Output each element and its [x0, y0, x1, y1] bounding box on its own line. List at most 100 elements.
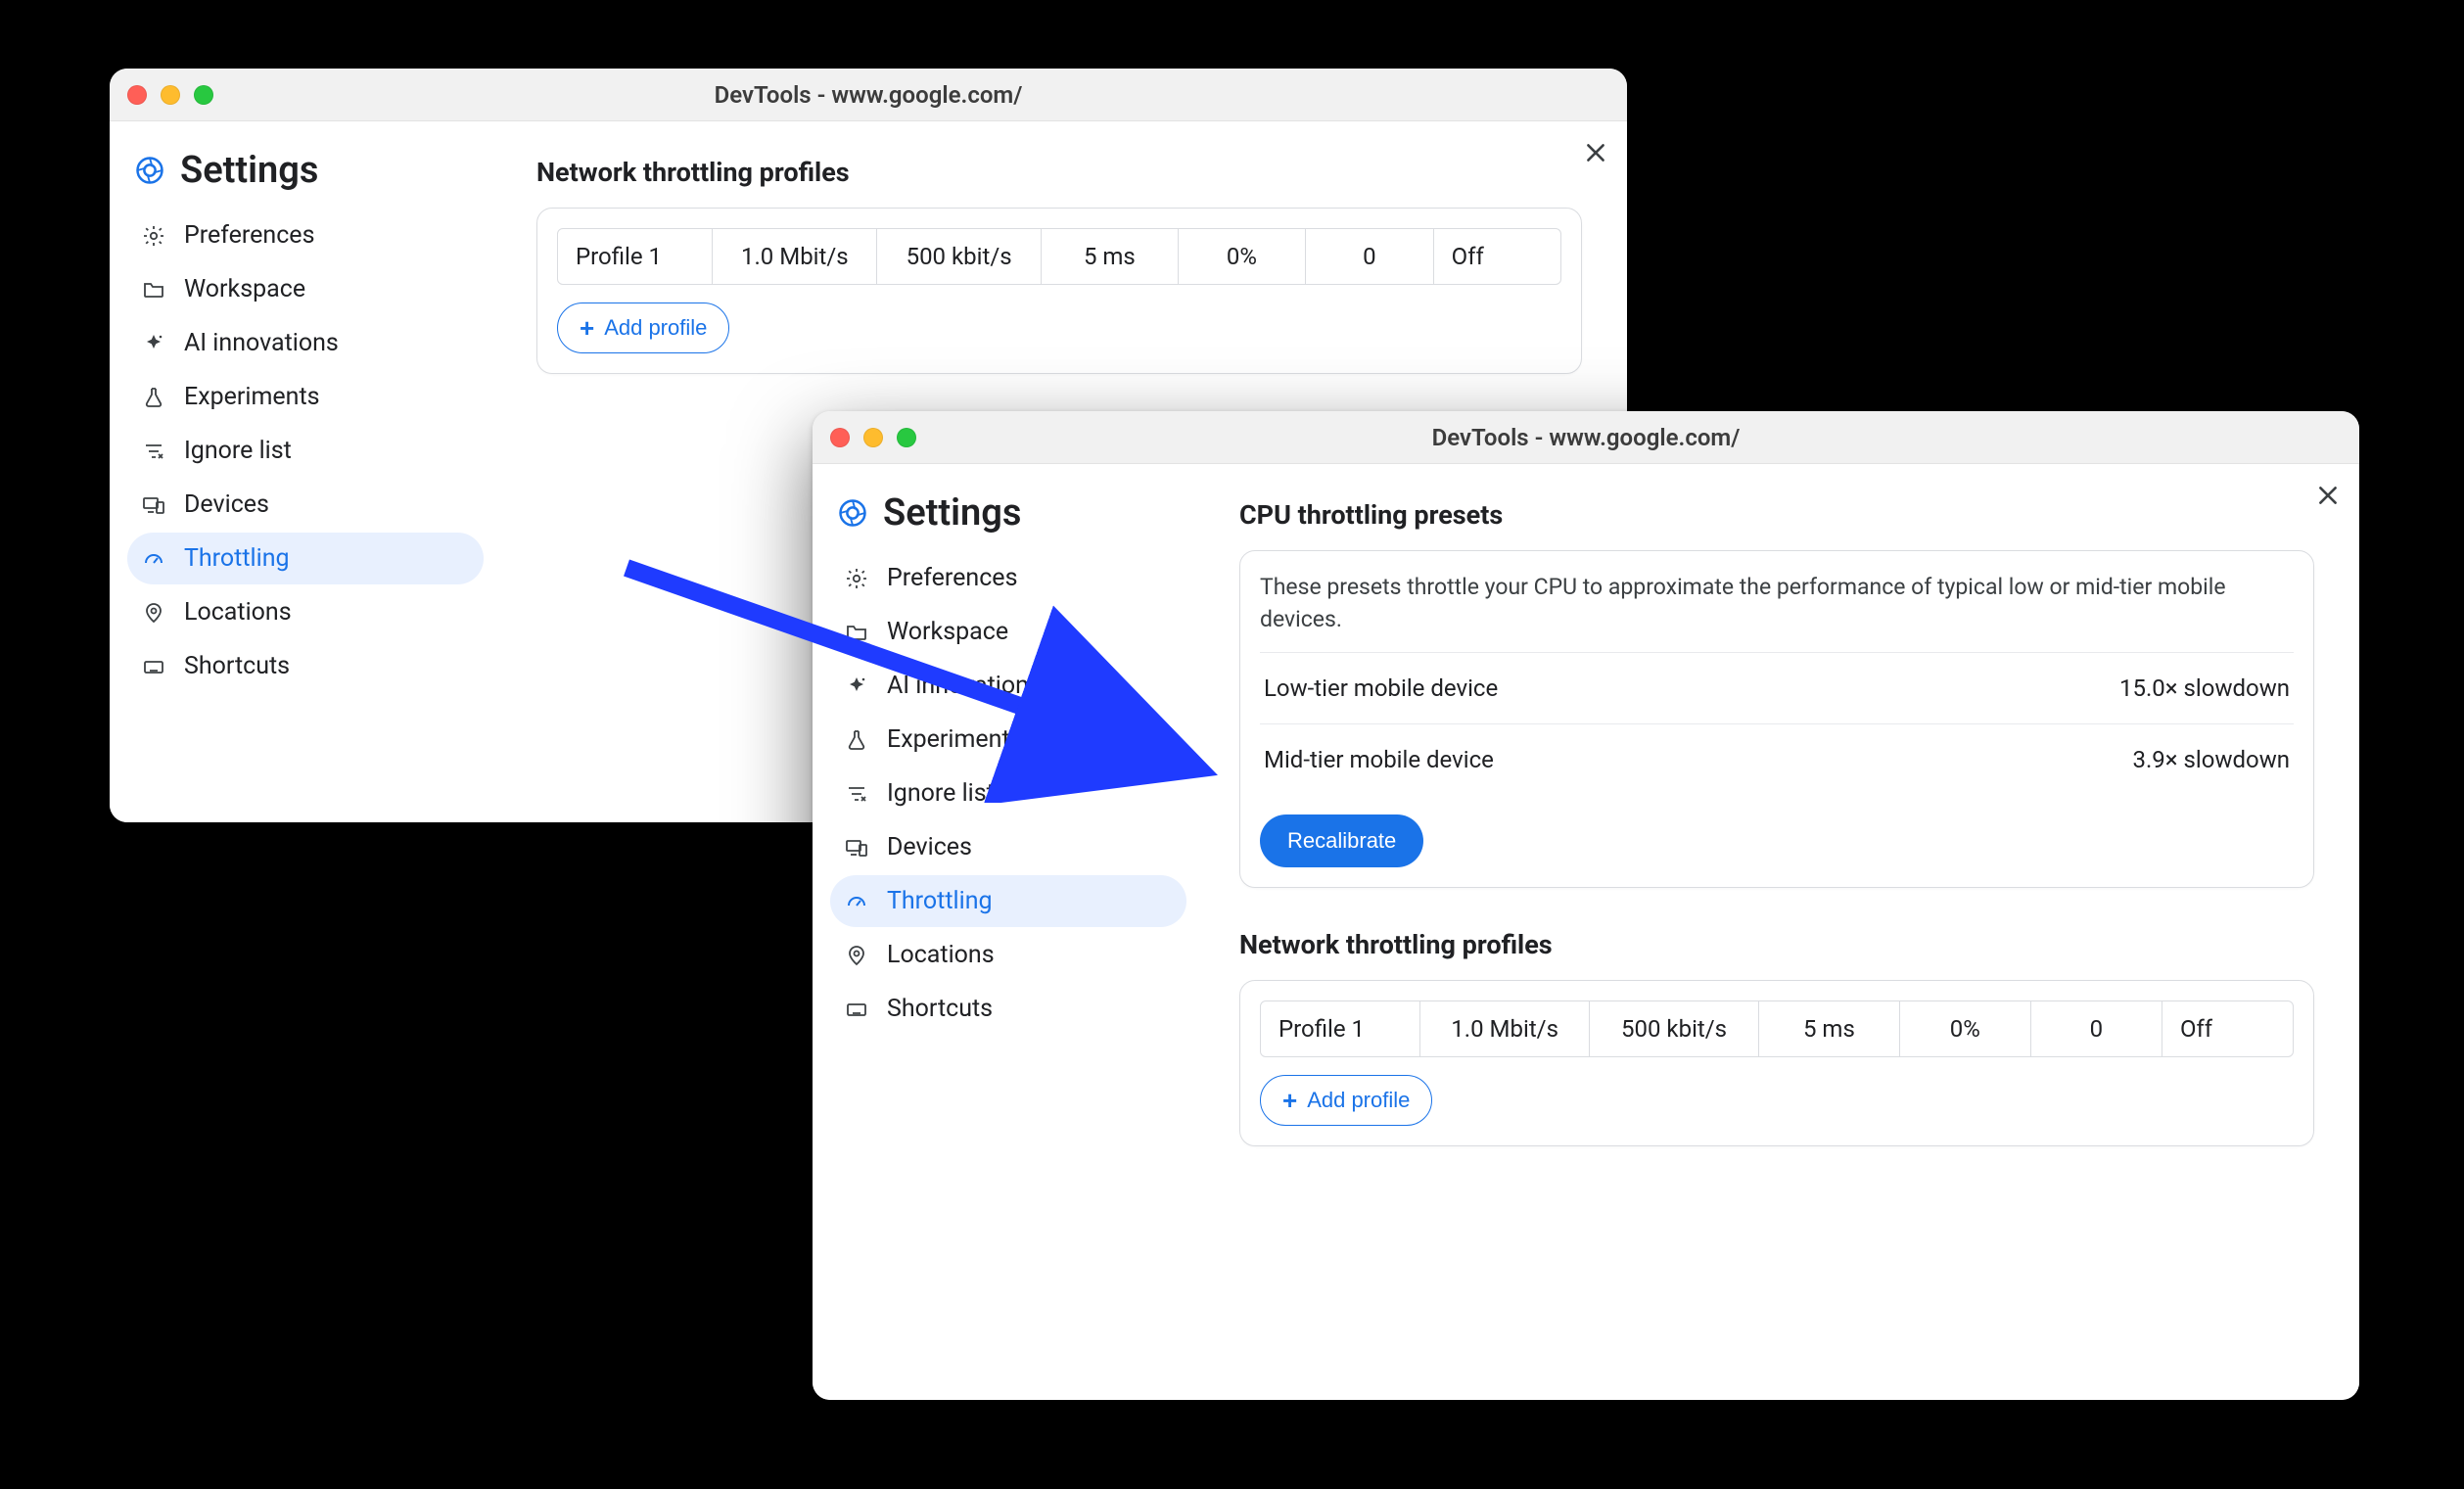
profile-status-cell: Off — [2162, 1001, 2293, 1056]
sidebar-item-label: Ignore list — [184, 437, 292, 465]
plus-icon: + — [580, 315, 594, 341]
sidebar-item-label: Shortcuts — [184, 652, 290, 680]
gear-icon — [844, 566, 869, 591]
profile-name-cell: Profile 1 — [558, 229, 713, 284]
profile-row[interactable]: Profile 1 1.0 Mbit/s 500 kbit/s 5 ms 0% … — [558, 229, 1560, 284]
sidebar-item-throttling[interactable]: Throttling — [127, 533, 484, 584]
minimize-window-icon[interactable] — [863, 428, 883, 447]
profile-queue-cell: 0 — [2031, 1001, 2162, 1056]
sidebar-item-locations[interactable]: Locations — [127, 586, 484, 638]
sidebar-item-label: Throttling — [887, 887, 993, 915]
sidebar-item-label: Preferences — [184, 221, 314, 250]
sidebar-item-label: Throttling — [184, 544, 290, 573]
sidebar-item-label: Preferences — [887, 564, 1017, 592]
cpu-preset-row: Mid-tier mobile device 3.9× slowdown — [1260, 723, 2294, 795]
recalibrate-label: Recalibrate — [1287, 828, 1396, 853]
sidebar-item-workspace[interactable]: Workspace — [830, 606, 1186, 658]
network-throttling-card: Profile 1 1.0 Mbit/s 500 kbit/s 5 ms 0% … — [536, 208, 1582, 374]
sidebar-item-throttling[interactable]: Throttling — [830, 875, 1186, 927]
profile-upload-cell: 500 kbit/s — [877, 229, 1042, 284]
recalibrate-button[interactable]: Recalibrate — [1260, 814, 1423, 867]
sparkle-diamond-icon — [141, 331, 166, 356]
gauge-icon — [141, 546, 166, 572]
sidebar-item-preferences[interactable]: Preferences — [127, 209, 484, 261]
filter-x-icon — [844, 781, 869, 807]
sidebar-item-locations[interactable]: Locations — [830, 929, 1186, 981]
close-window-icon[interactable] — [830, 428, 850, 447]
traffic-lights — [127, 85, 213, 105]
sidebar-item-label: Ignore list — [887, 779, 995, 808]
settings-sidebar: Settings Preferences Workspace AI innovati… — [110, 121, 501, 822]
devtools-window-after: DevTools - www.google.com/ Settings Pref… — [813, 411, 2359, 1400]
location-pin-icon — [844, 943, 869, 968]
sidebar-item-label: Locations — [887, 941, 995, 969]
profile-name-cell: Profile 1 — [1261, 1001, 1420, 1056]
cpu-preset-value: 3.9× slowdown — [2132, 746, 2290, 773]
keyboard-icon — [141, 654, 166, 679]
sidebar-item-label: Workspace — [184, 275, 305, 303]
sidebar-item-ignore-list[interactable]: Ignore list — [127, 425, 484, 477]
plus-icon: + — [1282, 1088, 1297, 1113]
flask-icon — [141, 385, 166, 410]
devtools-logo-icon — [135, 156, 164, 185]
window-title: DevTools - www.google.com/ — [110, 81, 1627, 109]
zoom-window-icon[interactable] — [194, 85, 213, 105]
sidebar-item-ignore-list[interactable]: Ignore list — [830, 768, 1186, 819]
sidebar-item-label: Devices — [887, 833, 972, 861]
add-profile-button[interactable]: + Add profile — [557, 302, 729, 353]
settings-main: CPU throttling presets These presets thr… — [1204, 464, 2359, 1400]
sidebar-item-label: Experiments — [184, 383, 320, 411]
sparkle-diamond-icon — [844, 674, 869, 699]
location-pin-icon — [141, 600, 166, 626]
cpu-throttling-description: These presets throttle your CPU to appro… — [1260, 571, 2294, 636]
settings-heading: Settings — [180, 149, 318, 192]
sidebar-item-label: Locations — [184, 598, 292, 627]
sidebar-item-experiments[interactable]: Experiments — [127, 371, 484, 423]
sidebar-item-shortcuts[interactable]: Shortcuts — [127, 640, 484, 692]
sidebar-item-workspace[interactable]: Workspace — [127, 263, 484, 315]
settings-nav: Preferences Workspace AI innovations Experi… — [830, 552, 1186, 1035]
folder-icon — [844, 620, 869, 645]
sidebar-item-label: AI innovations — [184, 329, 339, 357]
sidebar-item-devices[interactable]: Devices — [127, 479, 484, 531]
sidebar-item-label: Shortcuts — [887, 995, 993, 1023]
profile-row[interactable]: Profile 1 1.0 Mbit/s 500 kbit/s 5 ms 0% … — [1261, 1001, 2293, 1056]
sidebar-item-label: Experiments — [887, 725, 1023, 754]
filter-x-icon — [141, 439, 166, 464]
profile-download-cell: 1.0 Mbit/s — [1420, 1001, 1590, 1056]
network-throttling-title: Network throttling profiles — [1239, 929, 2314, 960]
cpu-preset-row: Low-tier mobile device 15.0× slowdown — [1260, 652, 2294, 723]
close-window-icon[interactable] — [127, 85, 147, 105]
sidebar-item-preferences[interactable]: Preferences — [830, 552, 1186, 604]
sidebar-item-ai-innovations[interactable]: AI innovations — [127, 317, 484, 369]
minimize-window-icon[interactable] — [161, 85, 180, 105]
devtools-logo-icon — [838, 498, 867, 528]
add-profile-label: Add profile — [604, 315, 707, 341]
traffic-lights — [830, 428, 916, 447]
cpu-preset-value: 15.0× slowdown — [2119, 675, 2290, 702]
profile-loss-cell: 0% — [1900, 1001, 2031, 1056]
network-throttling-title: Network throttling profiles — [536, 157, 1582, 188]
cpu-preset-name: Mid-tier mobile device — [1264, 746, 1494, 773]
sidebar-item-ai-innovations[interactable]: AI innovations — [830, 660, 1186, 712]
settings-heading: Settings — [883, 491, 1021, 535]
sidebar-item-label: Devices — [184, 490, 269, 519]
sidebar-item-label: AI innovations — [887, 672, 1042, 700]
close-settings-button[interactable] — [1578, 135, 1613, 170]
cpu-throttling-card: These presets throttle your CPU to appro… — [1239, 550, 2314, 888]
add-profile-button[interactable]: + Add profile — [1260, 1075, 1432, 1126]
settings-sidebar: Settings Preferences Workspace AI innovati… — [813, 464, 1204, 1400]
window-title: DevTools - www.google.com/ — [813, 424, 2359, 451]
close-settings-button[interactable] — [2310, 478, 2346, 513]
gauge-icon — [844, 889, 869, 914]
keyboard-icon — [844, 997, 869, 1022]
profile-upload-cell: 500 kbit/s — [1590, 1001, 1759, 1056]
sidebar-item-experiments[interactable]: Experiments — [830, 714, 1186, 766]
sidebar-item-devices[interactable]: Devices — [830, 821, 1186, 873]
zoom-window-icon[interactable] — [897, 428, 916, 447]
cpu-preset-name: Low-tier mobile device — [1264, 675, 1498, 702]
network-throttling-card: Profile 1 1.0 Mbit/s 500 kbit/s 5 ms 0% … — [1239, 980, 2314, 1146]
sidebar-item-shortcuts[interactable]: Shortcuts — [830, 983, 1186, 1035]
settings-nav: Preferences Workspace AI innovations Experi… — [127, 209, 484, 692]
sidebar-item-label: Workspace — [887, 618, 1008, 646]
